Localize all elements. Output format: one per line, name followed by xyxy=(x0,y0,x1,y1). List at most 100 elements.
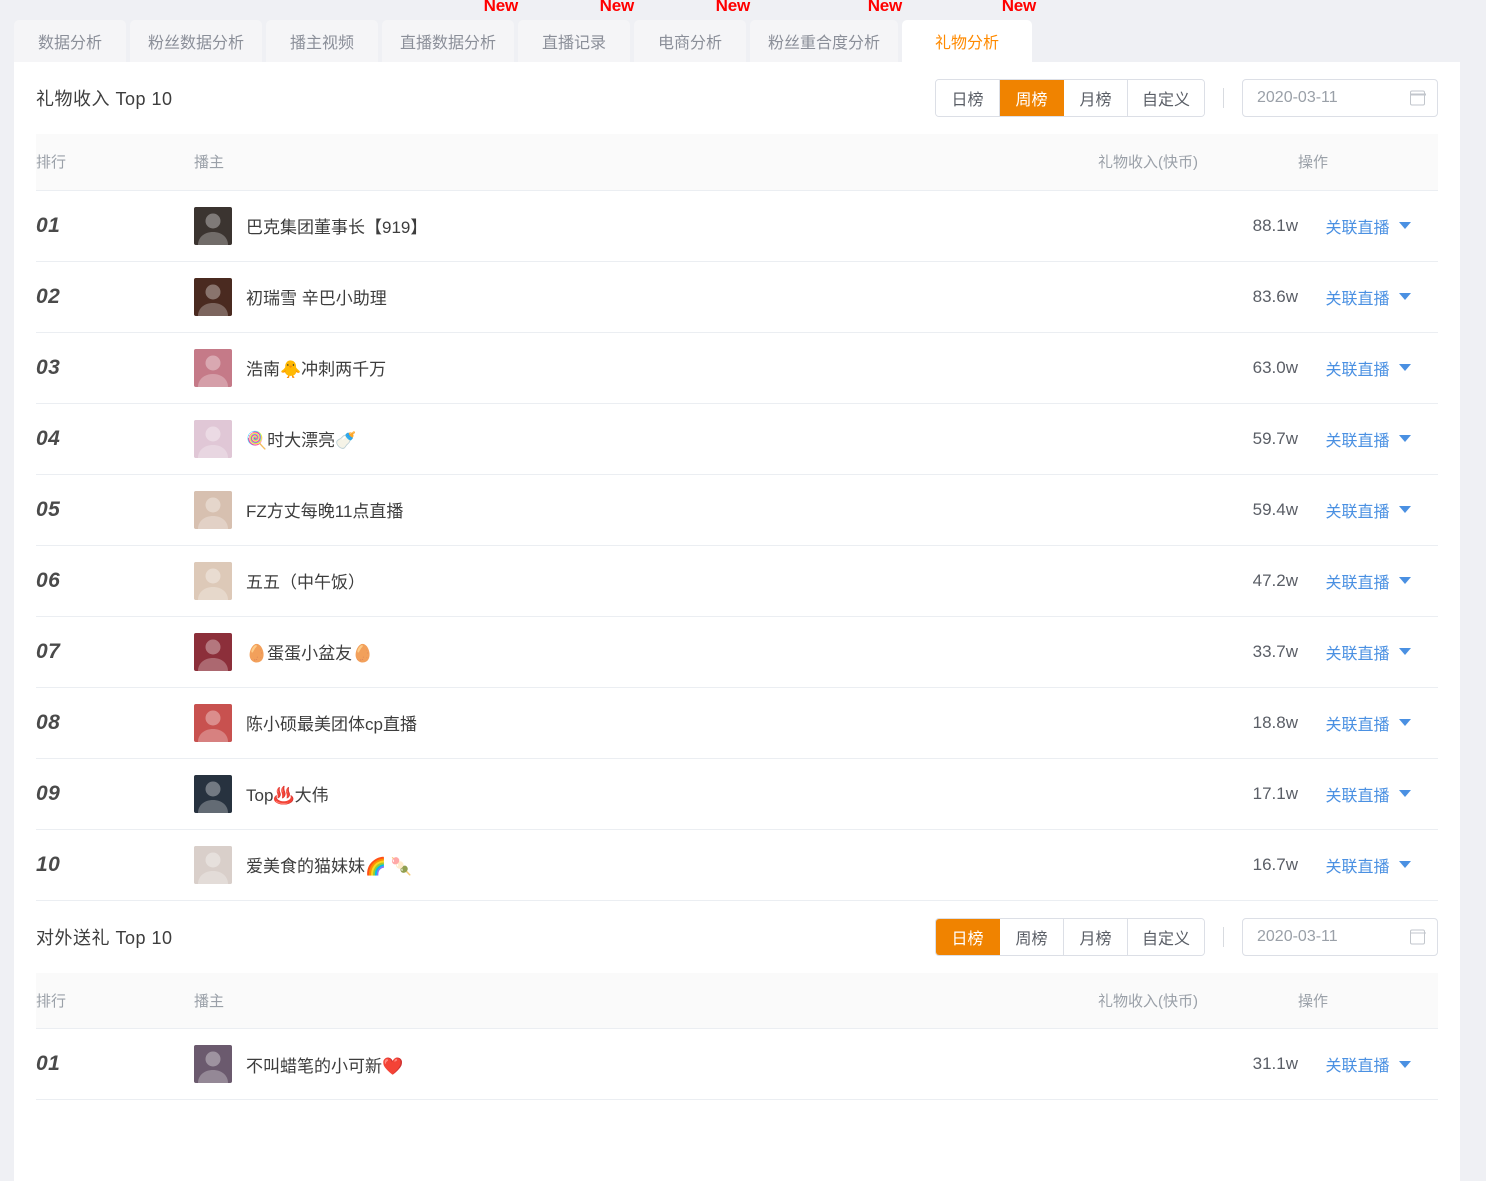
host-cell: 陈小硕最美团体cp直播 xyxy=(194,687,1098,759)
range-button-1[interactable]: 周榜 xyxy=(999,80,1064,116)
tab-3[interactable]: 直播数据分析 New xyxy=(382,0,518,62)
chevron-down-icon xyxy=(1398,861,1411,868)
chevron-down-icon xyxy=(1398,364,1411,371)
avatar[interactable] xyxy=(194,561,232,600)
gift-income-value: 59.4w xyxy=(1098,474,1298,546)
chevron-down-icon xyxy=(1398,648,1411,655)
avatar[interactable] xyxy=(194,348,232,387)
range-button-0[interactable]: 日榜 xyxy=(935,80,1000,116)
host-name[interactable]: FZ方丈每晚11点直播 xyxy=(246,497,403,522)
range-button-1[interactable]: 周榜 xyxy=(999,918,1064,955)
gift-income-value: 59.7w xyxy=(1098,403,1298,475)
related-live-dropdown[interactable]: 关联直播 xyxy=(1325,427,1411,451)
tab-1[interactable]: 粉丝数据分析 xyxy=(130,20,263,62)
host-cell-inner: 浩南🐥冲刺两千万 xyxy=(194,348,1098,387)
related-live-dropdown[interactable]: 关联直播 xyxy=(1325,1052,1411,1076)
table-header-row: 排行 播主 礼物收入(快币) 操作 xyxy=(36,972,1438,1029)
chevron-down-icon xyxy=(1398,293,1411,300)
host-cell-inner: 巴克集团董事长【919】 xyxy=(194,206,1098,245)
host-name[interactable]: 浩南🐥冲刺两千万 xyxy=(246,355,386,380)
column-header-action: 操作 xyxy=(1298,972,1438,1029)
host-name[interactable]: 爱美食的猫妹妹🌈 🍡 xyxy=(246,852,412,877)
related-live-dropdown[interactable]: 关联直播 xyxy=(1325,853,1411,877)
host-cell: 浩南🐥冲刺两千万 xyxy=(194,332,1098,404)
control-divider xyxy=(1223,88,1224,108)
avatar[interactable] xyxy=(194,703,232,742)
tab-label: 直播数据分析 xyxy=(400,35,497,52)
range-button-2[interactable]: 月榜 xyxy=(1063,918,1128,955)
related-live-dropdown[interactable]: 关联直播 xyxy=(1325,569,1411,593)
tab-0[interactable]: 数据分析 xyxy=(14,20,126,62)
range-button-0[interactable]: 日榜 xyxy=(935,918,1000,955)
related-live-label: 关联直播 xyxy=(1325,787,1390,805)
action-cell: 关联直播 xyxy=(1298,545,1438,617)
host-name[interactable]: Top♨️大伟 xyxy=(246,781,329,806)
action-cell: 关联直播 xyxy=(1298,190,1438,262)
tab-4[interactable]: 直播记录 New xyxy=(518,0,634,62)
avatar[interactable] xyxy=(194,206,232,245)
avatar[interactable] xyxy=(194,277,232,316)
tab-label: 粉丝重合度分析 xyxy=(768,35,881,52)
column-header-action: 操作 xyxy=(1298,134,1438,191)
tab-2[interactable]: 播主视频 xyxy=(266,20,379,62)
avatar[interactable] xyxy=(194,845,232,884)
related-live-dropdown[interactable]: 关联直播 xyxy=(1325,214,1411,238)
table-header-row: 排行 播主 礼物收入(快币) 操作 xyxy=(36,134,1438,191)
host-name[interactable]: 不叫蜡笔的小可新❤️ xyxy=(246,1052,403,1077)
action-cell: 关联直播 xyxy=(1298,1028,1438,1100)
tab-5[interactable]: 电商分析 New xyxy=(634,0,750,62)
related-live-dropdown[interactable]: 关联直播 xyxy=(1325,356,1411,380)
gift-income-value: 88.1w xyxy=(1098,190,1298,262)
table-row: 01 巴克集团董事长【919】 88.1w 关联直播 xyxy=(36,190,1438,262)
gift-income-value: 63.0w xyxy=(1098,332,1298,404)
main-tab-bar: 数据分析 粉丝数据分析 播主视频 直播数据分析 New 直播记录 New 电商分析 New 粉丝重… xyxy=(0,0,1486,62)
gift-income-value: 33.7w xyxy=(1098,616,1298,688)
avatar[interactable] xyxy=(194,1045,232,1083)
range-button-3[interactable]: 自定义 xyxy=(1127,80,1204,116)
chevron-down-icon xyxy=(1398,719,1411,726)
host-name[interactable]: 五五（中午饭） xyxy=(246,568,365,593)
host-cell: 不叫蜡笔的小可新❤️ xyxy=(194,1028,1098,1100)
host-name[interactable]: 🍭时大漂亮🍼 xyxy=(246,426,356,451)
range-button-2[interactable]: 月榜 xyxy=(1063,80,1128,116)
related-live-dropdown[interactable]: 关联直播 xyxy=(1325,640,1411,664)
host-name[interactable]: 陈小硕最美团体cp直播 xyxy=(246,710,417,735)
action-cell: 关联直播 xyxy=(1298,687,1438,759)
new-badge: New xyxy=(1001,0,1037,15)
table-row: 09 Top♨️大伟 17.1w 关联直播 xyxy=(36,758,1438,830)
related-live-dropdown[interactable]: 关联直播 xyxy=(1325,285,1411,309)
table-row: 05 FZ方丈每晚11点直播 59.4w 关联直播 xyxy=(36,474,1438,546)
chevron-down-icon xyxy=(1398,790,1411,797)
related-live-label: 关联直播 xyxy=(1325,858,1390,876)
host-name[interactable]: 🥚蛋蛋小盆友🥚 xyxy=(246,639,373,664)
host-name[interactable]: 巴克集团董事长【919】 xyxy=(246,213,427,238)
avatar[interactable] xyxy=(194,490,232,529)
host-cell: Top♨️大伟 xyxy=(194,758,1098,830)
rank-cell: 07 xyxy=(36,616,194,688)
range-button-3[interactable]: 自定义 xyxy=(1127,918,1204,955)
action-cell: 关联直播 xyxy=(1298,758,1438,830)
related-live-dropdown[interactable]: 关联直播 xyxy=(1325,711,1411,735)
table-row: 08 陈小硕最美团体cp直播 18.8w 关联直播 xyxy=(36,687,1438,759)
section-controls: 日榜 周榜 月榜 自定义 2020-03-11 xyxy=(934,79,1438,117)
tab-7[interactable]: 礼物分析 New xyxy=(902,0,1036,62)
date-value: 2020-03-11 xyxy=(1257,89,1338,106)
content-panel: 礼物收入 Top 10 日榜 周榜 月榜 自定义 2020-03-11 排行 播主 礼物收入(快… xyxy=(14,62,1460,1181)
rank-cell: 02 xyxy=(36,261,194,333)
related-live-dropdown[interactable]: 关联直播 xyxy=(1325,498,1411,522)
action-cell: 关联直播 xyxy=(1298,403,1438,475)
date-picker[interactable]: 2020-03-11 xyxy=(1242,79,1438,117)
avatar[interactable] xyxy=(194,774,232,813)
gift-income-value: 47.2w xyxy=(1098,545,1298,617)
date-picker[interactable]: 2020-03-11 xyxy=(1242,917,1438,956)
avatar[interactable] xyxy=(194,419,232,458)
action-cell: 关联直播 xyxy=(1298,261,1438,333)
gift-income-value: 31.1w xyxy=(1098,1028,1298,1100)
rank-cell: 01 xyxy=(36,190,194,262)
tab-6[interactable]: 粉丝重合度分析 New xyxy=(750,0,902,62)
column-header-value: 礼物收入(快币) xyxy=(1098,134,1298,191)
related-live-dropdown[interactable]: 关联直播 xyxy=(1325,782,1411,806)
host-name[interactable]: 初瑞雪 辛巴小助理 xyxy=(246,284,387,309)
chevron-down-icon xyxy=(1398,506,1411,513)
avatar[interactable] xyxy=(194,632,232,671)
